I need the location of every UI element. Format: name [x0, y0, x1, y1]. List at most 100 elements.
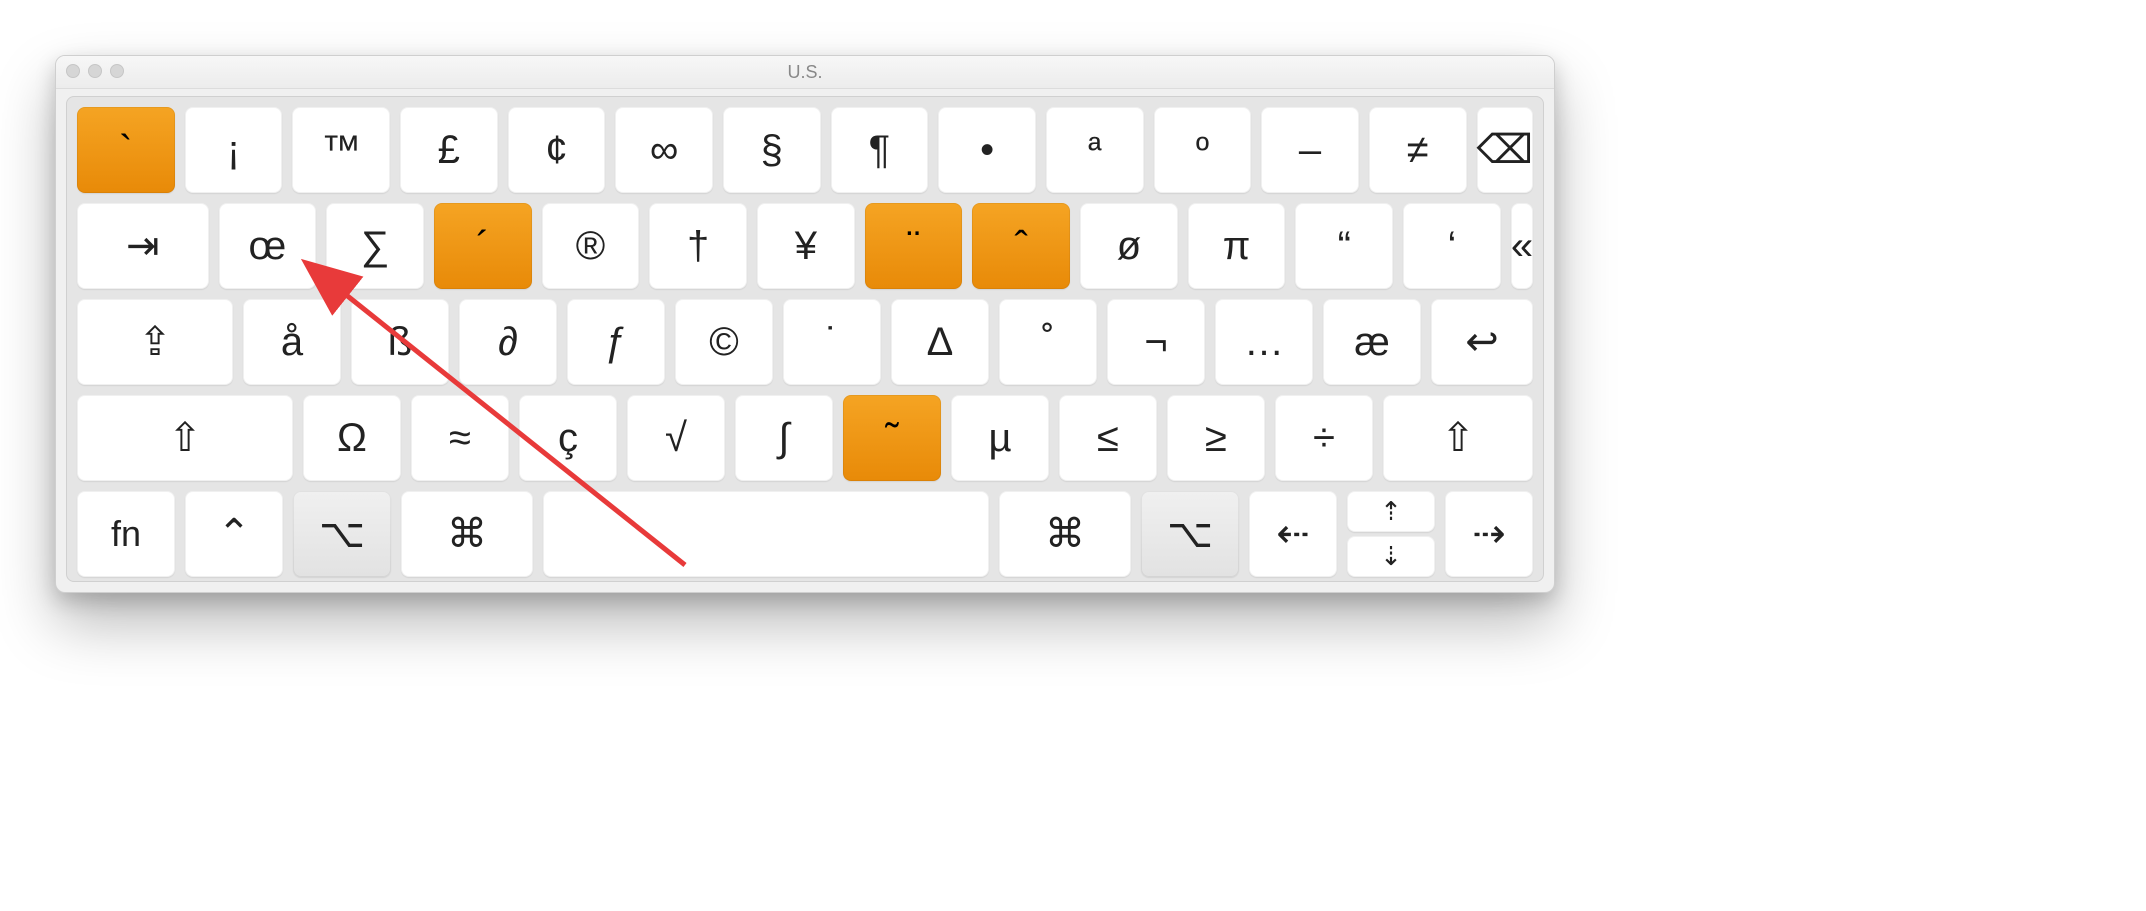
key-option-right-label: ⌥ — [1167, 511, 1213, 557]
key-slash-label: ÷ — [1313, 416, 1335, 461]
key-control[interactable]: ⌃ — [185, 491, 283, 577]
key-backslash[interactable]: « — [1511, 203, 1533, 289]
key-u-label: ¨ — [907, 224, 920, 269]
key-option-left[interactable]: ⌥ — [293, 491, 391, 577]
key-5-label: ∞ — [650, 128, 679, 173]
key-arrow-left-label: ⇠ — [1276, 511, 1310, 557]
key-arrow-left[interactable]: ⇠ — [1249, 491, 1337, 577]
window-titlebar: U.S. — [56, 56, 1554, 89]
key-q-label: œ — [249, 224, 287, 269]
key-l-label: ¬ — [1144, 320, 1167, 365]
key-bracket-left[interactable]: “ — [1295, 203, 1393, 289]
key-equal-label: ≠ — [1407, 128, 1429, 173]
window-title: U.S. — [787, 62, 822, 83]
key-period[interactable]: ≥ — [1167, 395, 1265, 481]
key-command-right[interactable]: ⌘ — [999, 491, 1131, 577]
key-t[interactable]: † — [649, 203, 747, 289]
key-j-label: ∆ — [928, 320, 952, 365]
key-shift-right[interactable]: ⇧ — [1383, 395, 1533, 481]
keyboard-row-4: fn ⌃ ⌥ ⌘ ⌘ ⌥ ⇠ ⇡ ⇣ ⇢ — [77, 491, 1533, 577]
key-quote[interactable]: æ — [1323, 299, 1421, 385]
key-z-label: Ω — [337, 416, 367, 461]
key-o[interactable]: ø — [1080, 203, 1178, 289]
key-q[interactable]: œ — [219, 203, 317, 289]
key-arrow-right-label: ⇢ — [1472, 511, 1506, 557]
keyboard-viewer-window: U.S. ` ¡ ™ £ ¢ ∞ § ¶ • ª º – ≠ ⌫ — [55, 55, 1555, 593]
key-p[interactable]: π — [1188, 203, 1286, 289]
key-l[interactable]: ¬ — [1107, 299, 1205, 385]
key-b[interactable]: ∫ — [735, 395, 833, 481]
key-7[interactable]: ¶ — [831, 107, 929, 193]
key-grave[interactable]: ` — [77, 107, 175, 193]
key-a[interactable]: å — [243, 299, 341, 385]
key-h[interactable]: ˙ — [783, 299, 881, 385]
key-grave-label: ` — [119, 128, 132, 173]
key-backslash-label: « — [1511, 224, 1533, 269]
key-equal[interactable]: ≠ — [1369, 107, 1467, 193]
key-m[interactable]: µ — [951, 395, 1049, 481]
key-3[interactable]: £ — [400, 107, 498, 193]
key-i-label: ˆ — [1015, 224, 1028, 269]
key-2[interactable]: ™ — [292, 107, 390, 193]
key-slash[interactable]: ÷ — [1275, 395, 1373, 481]
key-f[interactable]: ƒ — [567, 299, 665, 385]
key-tab[interactable]: ⇥ — [77, 203, 209, 289]
key-n[interactable]: ˜ — [843, 395, 941, 481]
window-zoom-button[interactable] — [110, 64, 124, 78]
key-z[interactable]: Ω — [303, 395, 401, 481]
key-4[interactable]: ¢ — [508, 107, 606, 193]
key-arrow-down-label: ⇣ — [1380, 541, 1402, 572]
key-semicolon-label: … — [1244, 320, 1284, 365]
key-command-left[interactable]: ⌘ — [401, 491, 533, 577]
window-close-button[interactable] — [66, 64, 80, 78]
key-return[interactable]: ↩ — [1431, 299, 1533, 385]
key-r[interactable]: ® — [542, 203, 640, 289]
arrow-up-down-column: ⇡ ⇣ — [1347, 491, 1435, 577]
key-x[interactable]: ≈ — [411, 395, 509, 481]
key-capslock[interactable]: ⇪ — [77, 299, 233, 385]
key-0[interactable]: º — [1154, 107, 1252, 193]
key-arrow-up-label: ⇡ — [1380, 496, 1402, 527]
key-bracket-right[interactable]: ‘ — [1403, 203, 1501, 289]
key-2-label: ™ — [321, 128, 361, 173]
key-9[interactable]: ª — [1046, 107, 1144, 193]
key-6[interactable]: § — [723, 107, 821, 193]
key-s[interactable]: ß — [351, 299, 449, 385]
key-option-right[interactable]: ⌥ — [1141, 491, 1239, 577]
key-minus[interactable]: – — [1261, 107, 1359, 193]
key-arrow-down[interactable]: ⇣ — [1347, 536, 1435, 577]
key-w[interactable]: ∑ — [326, 203, 424, 289]
key-g-label: © — [709, 320, 738, 365]
key-fn[interactable]: fn — [77, 491, 175, 577]
key-5[interactable]: ∞ — [615, 107, 713, 193]
key-arrow-right[interactable]: ⇢ — [1445, 491, 1533, 577]
key-command-right-label: ⌘ — [1045, 511, 1085, 557]
key-option-left-label: ⌥ — [319, 511, 365, 557]
key-8[interactable]: • — [938, 107, 1036, 193]
key-v-label: √ — [665, 416, 687, 461]
key-e[interactable]: ´ — [434, 203, 532, 289]
key-c[interactable]: ç — [519, 395, 617, 481]
key-u[interactable]: ¨ — [865, 203, 963, 289]
key-1[interactable]: ¡ — [185, 107, 283, 193]
key-arrow-up[interactable]: ⇡ — [1347, 491, 1435, 532]
key-delete[interactable]: ⌫ — [1477, 107, 1534, 193]
key-i[interactable]: ˆ — [972, 203, 1070, 289]
window-minimize-button[interactable] — [88, 64, 102, 78]
key-comma-label: ≤ — [1097, 416, 1119, 461]
key-k[interactable]: ˚ — [999, 299, 1097, 385]
key-s-label: ß — [388, 320, 412, 365]
key-y[interactable]: ¥ — [757, 203, 855, 289]
window-traffic-lights — [66, 64, 124, 78]
key-b-label: ∫ — [779, 416, 790, 461]
key-shift-left[interactable]: ⇧ — [77, 395, 293, 481]
key-v[interactable]: √ — [627, 395, 725, 481]
key-space[interactable] — [543, 491, 989, 577]
key-g[interactable]: © — [675, 299, 773, 385]
key-6-label: § — [761, 128, 783, 173]
keyboard-row-2: ⇪ å ß ∂ ƒ © ˙ ∆ ˚ ¬ … æ ↩ — [77, 299, 1533, 385]
key-semicolon[interactable]: … — [1215, 299, 1313, 385]
key-comma[interactable]: ≤ — [1059, 395, 1157, 481]
key-j[interactable]: ∆ — [891, 299, 989, 385]
key-d[interactable]: ∂ — [459, 299, 557, 385]
